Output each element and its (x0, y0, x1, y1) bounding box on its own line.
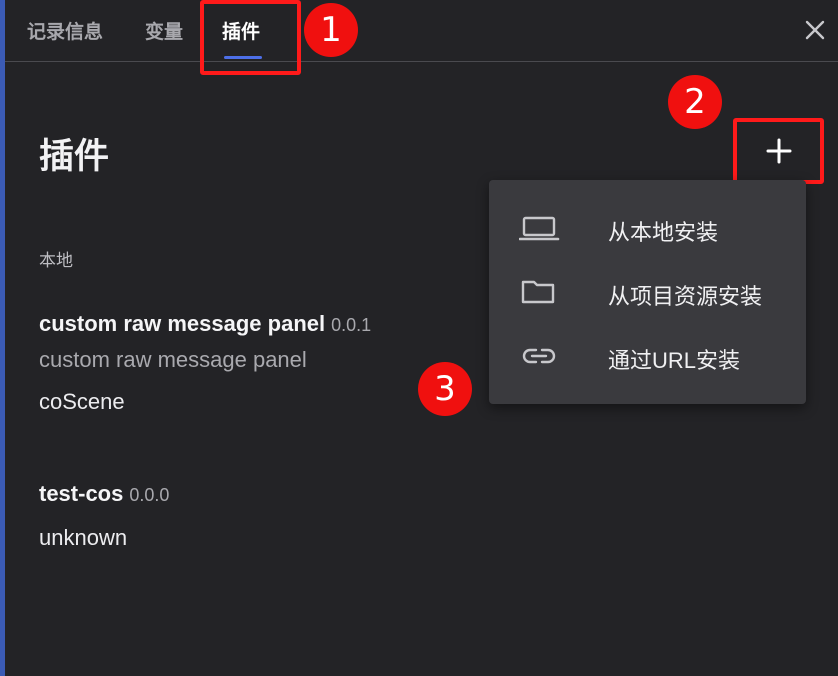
plugin-item[interactable]: test-cos 0.0.0 (39, 481, 169, 507)
add-plugin-button[interactable] (740, 124, 818, 178)
folder-icon (519, 278, 561, 306)
left-accent-bar (0, 0, 5, 676)
plugin-author: coScene (39, 389, 125, 414)
tab-record-info[interactable]: 记录信息 (27, 17, 103, 44)
plugin-item[interactable]: custom raw message panel 0.0.1 (39, 311, 371, 337)
menu-item-install-url[interactable]: 通过URL安装 (489, 324, 806, 388)
tab-variables[interactable]: 变量 (145, 17, 183, 44)
active-tab-indicator (224, 56, 262, 59)
plugin-description: custom raw message panel (39, 347, 307, 372)
menu-item-label: 从项目资源安装 (608, 284, 763, 309)
menu-item-label: 从本地安装 (608, 220, 719, 245)
menu-item-install-local[interactable]: 从本地安装 (489, 196, 806, 260)
page-title: 插件 (39, 137, 110, 176)
annotation-badge-1: 1 (304, 3, 358, 57)
plugin-name: custom raw message panel (39, 311, 326, 336)
annotation-badge-3: 3 (418, 362, 472, 416)
plus-icon (766, 138, 792, 164)
plugin-version: 0.0.0 (129, 485, 170, 505)
tab-plugins[interactable]: 插件 (222, 17, 260, 44)
plugin-version: 0.0.1 (331, 315, 372, 335)
menu-item-install-project-resource[interactable]: 从项目资源安装 (489, 260, 806, 324)
link-icon (519, 342, 561, 370)
install-menu: 从本地安装 从项目资源安装 通过URL安装 (489, 180, 806, 404)
tab-bar: 记录信息 变量 插件 (5, 0, 838, 62)
annotation-badge-2: 2 (668, 75, 722, 129)
plugin-author: unknown (39, 525, 128, 550)
plugin-name: test-cos (39, 481, 124, 506)
laptop-icon (518, 214, 561, 242)
menu-item-label: 通过URL安装 (608, 348, 741, 373)
close-icon[interactable] (803, 18, 827, 42)
section-label-local: 本地 (39, 251, 73, 270)
